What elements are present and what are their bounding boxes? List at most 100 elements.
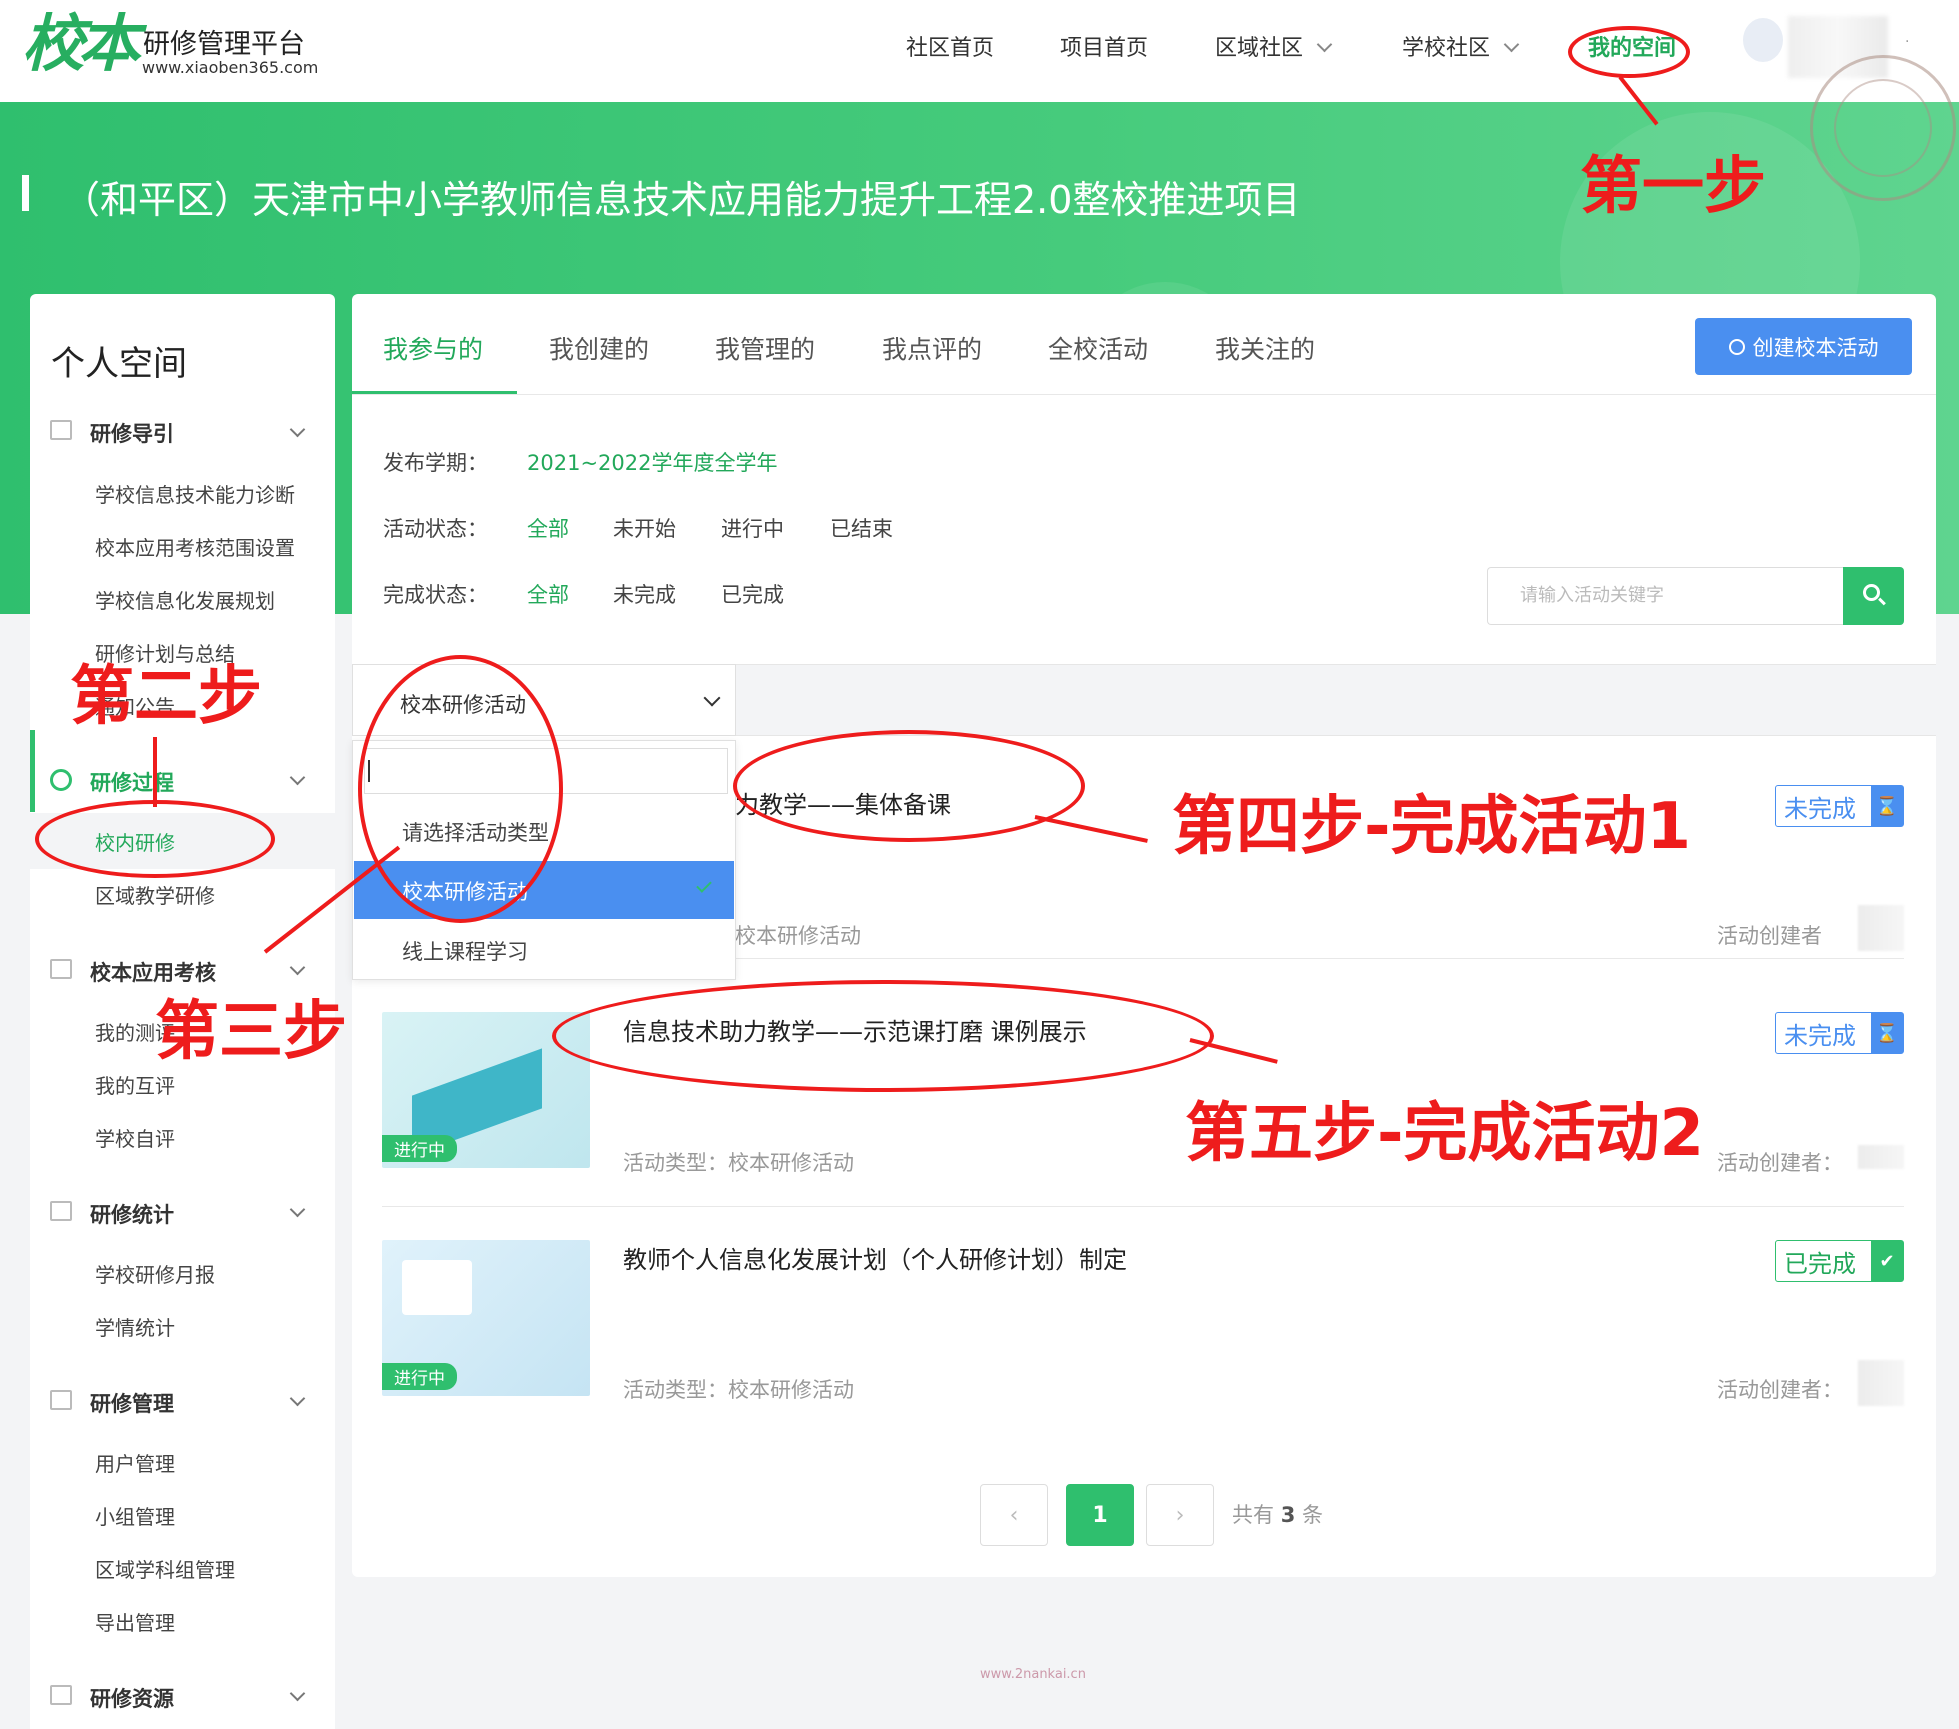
sidebar-item[interactable]: 学校研修月报 — [95, 1259, 215, 1288]
tab-created[interactable]: 我创建的 — [549, 330, 649, 366]
status-badge-label: 未完成 — [1784, 794, 1856, 823]
total-suffix: 条 — [1302, 1503, 1323, 1527]
creator-avatar-blurred — [1858, 905, 1904, 951]
nav-project-home[interactable]: 项目首页 — [1060, 30, 1148, 62]
sidebar-item[interactable]: 小组管理 — [95, 1501, 175, 1530]
nav-label: 项目首页 — [1060, 36, 1149, 61]
pagination-prev-button[interactable]: ‹ — [980, 1484, 1048, 1546]
tab-followed[interactable]: 我关注的 — [1215, 330, 1315, 366]
activity-type: 校本研修活动 — [735, 924, 861, 948]
activity-creator-label: 活动创建者： — [1717, 1151, 1843, 1175]
project-title: （和平区）天津市中小学教师信息技术应用能力提升工程2.0整校推进项目 — [62, 178, 1301, 222]
activity-thumbnail[interactable]: 进行中 — [382, 1240, 590, 1396]
check-icon: ✔ — [1871, 1241, 1903, 1281]
status-badge-label: 未完成 — [1784, 1021, 1856, 1050]
activity-creator-label: 活动创建者： — [1717, 1378, 1843, 1402]
row-divider — [382, 1206, 1904, 1207]
creator-name-blurred — [1858, 1145, 1904, 1169]
filter-term-label: 发布学期： — [383, 451, 488, 475]
logo-glyph[interactable]: 校本 — [22, 6, 140, 82]
filter-completion-label: 完成状态： — [383, 583, 488, 607]
total-count: 3 — [1280, 1503, 1296, 1527]
annotation-step4: 第四步-完成活动1 — [1172, 790, 1692, 864]
filter-term-value[interactable]: 2021~2022学年度全学年 — [527, 447, 777, 477]
creator-avatar-blurred — [1858, 1360, 1904, 1406]
annotation-ring — [552, 980, 1214, 1092]
status-badge: 未完成 ⌛ — [1775, 1012, 1904, 1054]
filter-completion-complete[interactable]: 已完成 — [721, 579, 784, 609]
activity-title[interactable]: 教师个人信息化发展计划（个人研修计划）制定 — [623, 1240, 1127, 1275]
search-button[interactable] — [1843, 567, 1904, 625]
chevron-down-icon — [1316, 36, 1333, 53]
sidebar-item[interactable]: 导出管理 — [95, 1607, 175, 1636]
sidebar-item[interactable]: 学校信息化发展规划 — [95, 585, 275, 614]
filter-status-ended[interactable]: 已结束 — [830, 513, 893, 543]
sidebar-item[interactable]: 学校信息技术能力诊断 — [95, 479, 295, 508]
bar-chart-icon — [50, 1201, 72, 1221]
pagination-page[interactable]: 1 — [1066, 1484, 1134, 1546]
logo-url: www.xiaoben365.com — [142, 58, 319, 77]
search-icon-handle — [1878, 597, 1886, 606]
status-badge: 未完成 ⌛ — [1775, 785, 1904, 827]
annotation-step5: 第五步-完成活动2 — [1185, 1097, 1705, 1171]
sidebar-active-bar — [30, 730, 35, 812]
state-tag: 进行中 — [382, 1363, 457, 1390]
state-tag: 进行中 — [382, 1135, 457, 1162]
activity-type: 活动类型：校本研修活动 — [623, 1378, 854, 1402]
sidebar-group-resources[interactable]: 研修资源 — [90, 1683, 174, 1713]
grid-icon — [50, 1390, 72, 1410]
sidebar-item[interactable]: 学校自评 — [95, 1123, 175, 1152]
tab-managed[interactable]: 我管理的 — [715, 330, 815, 366]
hourglass-icon: ⌛ — [1871, 786, 1903, 826]
sidebar-item[interactable]: 区域教学研修 — [95, 880, 215, 909]
sidebar-group-process[interactable]: 研修过程 — [90, 767, 174, 797]
create-activity-label: 创建校本活动 — [1752, 335, 1879, 360]
sidebar-group-management[interactable]: 研修管理 — [90, 1388, 174, 1418]
nav-school-community[interactable]: 学校社区 — [1402, 30, 1520, 62]
annotation-step1: 第一步 — [1580, 149, 1767, 222]
filter-completion-all[interactable]: 全部 — [527, 579, 569, 609]
tab-school-activities[interactable]: 全校活动 — [1048, 330, 1148, 366]
avatar[interactable] — [1743, 18, 1783, 62]
nav-region-community[interactable]: 区域社区 — [1215, 30, 1333, 62]
sidebar-group-guide[interactable]: 研修导引 — [90, 418, 174, 448]
activity-type: 活动类型：校本研修活动 — [623, 1151, 854, 1175]
sidebar-item[interactable]: 校本应用考核范围设置 — [95, 532, 295, 561]
target-icon — [50, 769, 72, 791]
status-badge-label: 已完成 — [1784, 1249, 1856, 1278]
sidebar-item[interactable]: 学情统计 — [95, 1312, 175, 1341]
filter-status-in-progress[interactable]: 进行中 — [721, 513, 784, 543]
hourglass-icon: ⌛ — [1871, 1013, 1903, 1053]
annotation-step2: 第二步 — [70, 660, 262, 734]
nav-community-home[interactable]: 社区首页 — [906, 30, 994, 62]
annotation-ring — [733, 730, 1085, 842]
chevron-down-icon — [1503, 36, 1520, 53]
filter-completion-incomplete[interactable]: 未完成 — [613, 579, 676, 609]
annotation-arrow — [153, 737, 157, 807]
nav-label: 区域社区 — [1215, 36, 1304, 61]
dropdown-option[interactable]: 线上课程学习 — [402, 936, 528, 966]
filter-status-label: 活动状态： — [383, 517, 488, 541]
nav-label: 社区首页 — [906, 36, 995, 61]
filter-status-not-started[interactable]: 未开始 — [613, 513, 676, 543]
chevron-right-icon: › — [1175, 1502, 1185, 1528]
chevron-left-icon: ‹ — [1009, 1502, 1019, 1528]
sidebar-group-statistics[interactable]: 研修统计 — [90, 1199, 174, 1229]
nav-label: 学校社区 — [1402, 36, 1491, 61]
tab-reviewed[interactable]: 我点评的 — [882, 330, 982, 366]
status-badge: 已完成 ✔ — [1775, 1240, 1904, 1282]
annotation-ring — [1568, 26, 1690, 78]
sidebar-item[interactable]: 用户管理 — [95, 1448, 175, 1477]
filter-status-all[interactable]: 全部 — [527, 513, 569, 543]
sidebar-item[interactable]: 区域学科组管理 — [95, 1554, 235, 1583]
search-input[interactable]: 请输入活动关键字 — [1487, 567, 1845, 625]
annotation-ring — [358, 655, 563, 923]
tab-divider — [352, 394, 1936, 395]
user-menu-dot[interactable]: · — [1905, 34, 1909, 50]
calendar-icon — [50, 420, 72, 440]
pagination-next-button[interactable]: › — [1146, 1484, 1214, 1546]
create-activity-button[interactable]: 创建校本活动 — [1695, 318, 1912, 375]
sidebar-item[interactable]: 我的互评 — [95, 1070, 175, 1099]
tab-participated[interactable]: 我参与的 — [383, 330, 483, 366]
chart-line-icon — [50, 959, 72, 979]
